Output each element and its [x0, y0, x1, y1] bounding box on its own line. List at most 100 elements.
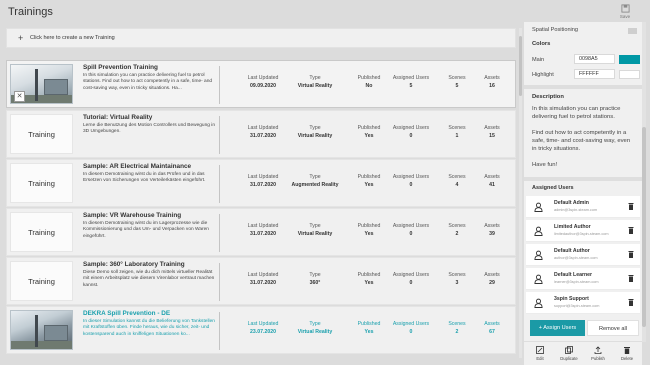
- edit-label: Edit: [536, 356, 544, 361]
- type-value: Virtual Reality: [297, 83, 333, 89]
- save-button[interactable]: Save: [615, 4, 635, 19]
- type-value: Augmented Reality: [291, 182, 339, 188]
- trash-icon[interactable]: [628, 298, 634, 306]
- create-training-button[interactable]: + Click here to create a new Training: [6, 28, 516, 48]
- last-updated-value: 31.07.2020: [250, 231, 276, 237]
- edit-button[interactable]: Edit: [527, 346, 553, 361]
- assets-header: Assets: [484, 272, 500, 278]
- last-updated-value: 23.07.2020: [250, 329, 276, 335]
- assigned-users-value: 0: [409, 231, 413, 237]
- type-header: Type: [309, 75, 321, 81]
- user-icon: [534, 226, 543, 236]
- last-updated-header: Last Updated: [247, 174, 279, 180]
- divider: [219, 312, 220, 350]
- duplicate-label: Duplicate: [560, 356, 578, 361]
- publish-label: Publish: [591, 356, 605, 361]
- training-list: + Click here to create a new Training ✕ …: [6, 28, 518, 363]
- type-header: Type: [309, 174, 321, 180]
- assigned-user-row: Default Learner learner@3spin-steam.com: [526, 268, 640, 290]
- trash-icon: [624, 347, 630, 354]
- training-card[interactable]: Training Sample: VR Warehouse Training I…: [6, 208, 516, 256]
- training-description: In dieser Simulation kannst du die Belie…: [83, 319, 215, 337]
- last-updated-header: Last Updated: [247, 75, 279, 81]
- training-card[interactable]: Training Sample: 360° Laboratory Trainin…: [6, 257, 516, 305]
- delete-button[interactable]: Delete: [614, 346, 640, 361]
- assets-value: 29: [489, 280, 495, 286]
- user-icon: [534, 274, 543, 284]
- scrollbar-thumb[interactable]: [642, 127, 646, 327]
- spatial-positioning-toggle[interactable]: [628, 28, 637, 34]
- training-title: Sample: 360° Laboratory Training: [83, 261, 185, 268]
- training-description: In this simulation you can practice deli…: [83, 73, 213, 91]
- training-title: Sample: VR Warehouse Training: [83, 212, 182, 219]
- user-icon: [534, 202, 543, 212]
- edit-icon: [536, 346, 544, 354]
- last-updated-header: Last Updated: [247, 223, 279, 229]
- trash-icon[interactable]: [628, 274, 634, 282]
- assets-header: Assets: [484, 75, 500, 81]
- trash-icon[interactable]: [628, 202, 634, 210]
- user-email: author@3spin-steam.com: [554, 256, 598, 260]
- assets-value: 15: [489, 133, 495, 139]
- image-checkbox[interactable]: ✕: [14, 91, 25, 102]
- last-updated-header: Last Updated: [247, 125, 279, 131]
- assets-header: Assets: [484, 125, 500, 131]
- main-color-swatch[interactable]: [619, 55, 640, 64]
- description-text: In this simulation you can practice deli…: [532, 105, 636, 178]
- last-updated-header: Last Updated: [247, 272, 279, 278]
- divider: [219, 214, 220, 252]
- save-label: Save: [619, 14, 631, 19]
- user-email: admin@3spin-steam.com: [554, 208, 598, 212]
- assigned-user-row: 3spin Support support@3spin-steam.com: [526, 292, 640, 314]
- highlight-color-input[interactable]: FFFFFF: [574, 69, 615, 79]
- duplicate-button[interactable]: Duplicate: [556, 346, 582, 361]
- type-header: Type: [309, 125, 321, 131]
- assigned-users-value: 5: [409, 83, 413, 89]
- assets-value: 39: [489, 231, 495, 237]
- training-description: In diesem Demotraining wirst du im Lager…: [83, 221, 209, 239]
- trash-icon[interactable]: [628, 226, 634, 234]
- training-thumbnail: ✕: [10, 64, 73, 104]
- assigned-user-row: Default Admin admin@3spin-steam.com: [526, 196, 640, 218]
- assets-header: Assets: [484, 321, 500, 327]
- user-email: support@3spin-steam.com: [554, 304, 600, 308]
- colors-heading: Colors: [532, 41, 551, 47]
- type-header: Type: [309, 321, 321, 327]
- type-header: Type: [309, 272, 321, 278]
- last-updated-value: 31.07.2020: [250, 280, 276, 286]
- scrollbar-thumb[interactable]: [519, 36, 522, 96]
- section-divider: [524, 177, 642, 181]
- training-title: Tutorial: Virtual Reality: [83, 114, 153, 121]
- remove-all-button[interactable]: Remove all: [587, 320, 639, 336]
- spatial-positioning-label: Spatial Positioning: [532, 27, 579, 33]
- main-color-input[interactable]: 0098A5: [574, 54, 615, 64]
- list-scrollbar[interactable]: [519, 28, 522, 358]
- thumbnail-label: Training: [28, 228, 55, 237]
- main-color-label: Main: [532, 57, 545, 63]
- panel-scrollbar[interactable]: [642, 22, 646, 342]
- divider: [219, 116, 220, 154]
- assigned-users-header: Assigned Users: [392, 223, 430, 229]
- user-icon: [534, 250, 543, 260]
- training-description: In diesem Demotraining wirst du in das P…: [83, 172, 206, 184]
- assigned-users-value: 0: [409, 182, 413, 188]
- highlight-color-swatch[interactable]: [619, 70, 640, 79]
- trash-icon[interactable]: [628, 250, 634, 258]
- page-title: Trainings: [8, 6, 53, 18]
- last-updated-header: Last Updated: [247, 321, 279, 327]
- publish-button[interactable]: Publish: [585, 346, 611, 361]
- type-value: Virtual Reality: [297, 231, 333, 237]
- divider: [219, 165, 220, 203]
- training-card[interactable]: ✕ Spill Prevention Training In this simu…: [6, 60, 516, 108]
- training-description: Diese Demo soll zeigen, wie du dich mitt…: [83, 270, 215, 288]
- details-panel: Spatial Positioning Colors Main 0098A5 H…: [524, 22, 642, 365]
- user-name: Default Admin: [554, 200, 589, 206]
- last-updated-value: 31.07.2020: [250, 182, 276, 188]
- last-updated-value: 09.09.2020: [250, 83, 276, 89]
- assigned-users-header: Assigned Users: [392, 272, 430, 278]
- assign-users-button[interactable]: + Assign Users: [530, 320, 585, 336]
- training-card[interactable]: Training Tutorial: Virtual Reality Lerne…: [6, 110, 516, 158]
- training-card[interactable]: Training Sample: AR Electrical Maintaina…: [6, 159, 516, 207]
- training-card[interactable]: DEKRA Spill Prevention - DE In dieser Si…: [6, 306, 516, 354]
- assigned-users-header: Assigned Users: [392, 125, 430, 131]
